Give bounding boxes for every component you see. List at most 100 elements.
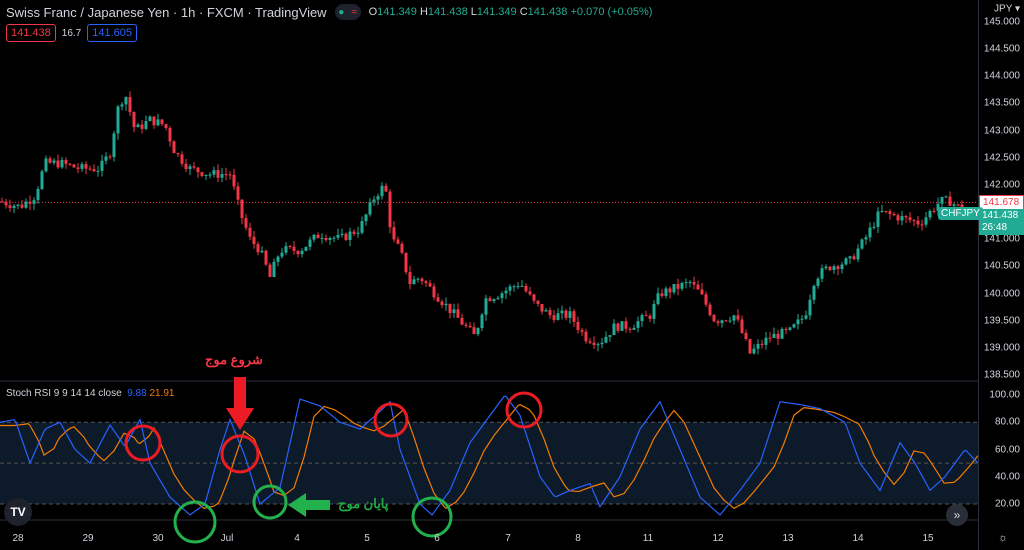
- candle: [236, 186, 240, 200]
- candle: [476, 328, 480, 335]
- spread: 16.7: [61, 27, 82, 39]
- scroll-to-realtime-button[interactable]: »: [946, 504, 968, 526]
- time-label: 28: [12, 533, 24, 544]
- candle: [800, 318, 804, 320]
- candle: [240, 199, 244, 219]
- candle: [68, 163, 72, 165]
- candle: [660, 293, 664, 296]
- price-axis[interactable]: JPY ▾ 145.000 144.500 144.000 143.500 143.00…: [978, 0, 1024, 550]
- candle: [16, 204, 20, 206]
- candle: [12, 205, 16, 209]
- currency-select[interactable]: JPY ▾: [994, 4, 1020, 15]
- candle: [768, 337, 772, 339]
- candle: [700, 289, 704, 295]
- candle: [364, 214, 368, 222]
- candle: [864, 237, 868, 240]
- candle: [296, 250, 300, 255]
- candle: [712, 315, 716, 322]
- candle: [268, 264, 272, 277]
- candle: [468, 325, 472, 328]
- candle: [228, 174, 232, 176]
- candle: [744, 332, 748, 340]
- candle: [532, 294, 536, 301]
- candle: [200, 172, 204, 176]
- candle: [676, 284, 680, 289]
- candle: [388, 191, 392, 228]
- symbol-title[interactable]: Swiss Franc / Japanese Yen · 1h · FXCM ·…: [6, 5, 327, 20]
- candle: [704, 294, 708, 305]
- candle: [816, 278, 820, 286]
- candle: [244, 218, 248, 228]
- candle: [416, 278, 420, 280]
- candle: [176, 153, 180, 155]
- candle: [756, 343, 760, 349]
- candle: [568, 311, 572, 318]
- candle: [648, 315, 652, 319]
- candle: [140, 124, 144, 129]
- candle: [640, 315, 644, 322]
- candle: [840, 264, 844, 270]
- candle: [412, 279, 416, 285]
- candle: [260, 250, 264, 253]
- candle: [340, 233, 344, 235]
- candle: [620, 321, 624, 331]
- candle: [324, 237, 328, 241]
- wave-start-label: شروع موج: [205, 352, 263, 367]
- candle: [820, 268, 824, 279]
- stoch-tick: 20.00: [994, 498, 1020, 510]
- candle: [576, 321, 580, 331]
- candle: [120, 104, 124, 107]
- indicator-legend[interactable]: Stoch RSI 9 9 14 14 close 9.88 21.91: [6, 388, 174, 399]
- candle: [732, 315, 736, 321]
- candle: [76, 167, 80, 169]
- red-circle-annotation: [505, 391, 543, 429]
- candle: [884, 210, 888, 212]
- candle: [216, 170, 220, 178]
- chart-canvas[interactable]: [0, 0, 978, 550]
- candle: [64, 159, 68, 164]
- candle: [344, 233, 348, 240]
- candle: [108, 156, 112, 158]
- candle: [132, 112, 136, 128]
- candle: [912, 220, 916, 222]
- candle: [748, 339, 752, 354]
- candle: [440, 301, 444, 306]
- time-label: 11: [642, 533, 654, 544]
- candle: [304, 246, 308, 251]
- candle: [552, 315, 556, 320]
- time-label: 30: [152, 533, 164, 544]
- candle: [796, 319, 800, 325]
- candle: [908, 217, 912, 221]
- candle: [752, 348, 756, 354]
- d-value: 21.91: [149, 388, 175, 399]
- candle: [144, 121, 148, 129]
- settings-icon[interactable]: ☼: [998, 532, 1008, 544]
- candle: [920, 224, 924, 226]
- sell-button[interactable]: 141.438: [6, 24, 56, 42]
- market-status-pill[interactable]: ● ≈: [334, 4, 361, 20]
- candle: [672, 284, 676, 293]
- candle: [956, 204, 960, 206]
- candle: [564, 310, 568, 318]
- candle: [316, 234, 320, 239]
- candle: [924, 217, 928, 225]
- candle: [20, 204, 24, 208]
- candle: [644, 315, 648, 317]
- candle: [160, 119, 164, 125]
- candle: [916, 220, 920, 225]
- candle: [4, 201, 8, 206]
- candle: [204, 174, 208, 176]
- candle: [596, 344, 600, 346]
- candle: [736, 315, 740, 320]
- candle: [804, 315, 808, 319]
- candle: [8, 205, 12, 209]
- candle: [844, 258, 848, 265]
- candle: [880, 210, 884, 212]
- buy-button[interactable]: 141.605: [87, 24, 137, 42]
- candle: [668, 288, 672, 293]
- candle: [496, 298, 500, 300]
- tradingview-logo[interactable]: TV: [4, 498, 32, 526]
- candle: [28, 201, 32, 204]
- time-label: Jul: [220, 533, 234, 544]
- candle: [360, 221, 364, 233]
